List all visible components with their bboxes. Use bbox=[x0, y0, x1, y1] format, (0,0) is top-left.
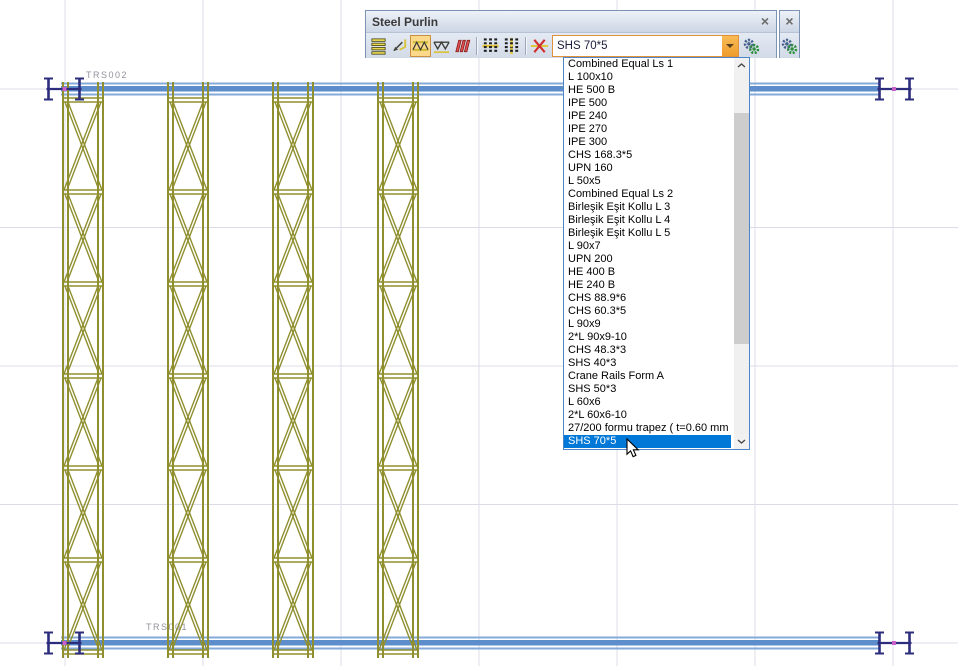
settings-gears-icon[interactable] bbox=[741, 35, 762, 57]
dropdown-item[interactable]: L 100x10 bbox=[564, 71, 731, 84]
purlin-grid-dense-icon[interactable] bbox=[501, 35, 522, 57]
dropdown-item[interactable]: 2*L 60x6-10 bbox=[564, 409, 731, 422]
dropdown-item[interactable]: L 90x9 bbox=[564, 318, 731, 331]
toolbar-separator bbox=[522, 36, 529, 56]
dropdown-item[interactable]: L 90x7 bbox=[564, 240, 731, 253]
dropdown-item[interactable]: SHS 50*3 bbox=[564, 383, 731, 396]
dropdown-item[interactable]: CHS 168.3*5 bbox=[564, 149, 731, 162]
settings-gears-2-icon[interactable] bbox=[779, 35, 800, 57]
dropdown-item[interactable]: 27/200 formu trapez ( t=0.60 mm bbox=[564, 422, 731, 435]
purlin-grid-icon[interactable] bbox=[480, 35, 501, 57]
sheeting-profile-icon[interactable] bbox=[431, 35, 452, 57]
dropdown-scrollbar[interactable] bbox=[734, 58, 749, 449]
dropdown-item[interactable]: CHS 88.9*6 bbox=[564, 292, 731, 305]
docked-mini-window: × bbox=[779, 10, 800, 58]
cad-drawing-canvas[interactable]: TRS002TRS001 bbox=[0, 0, 958, 666]
dropdown-item[interactable]: HE 400 B bbox=[564, 266, 731, 279]
dropdown-item[interactable]: Combined Equal Ls 2 bbox=[564, 188, 731, 201]
dropdown-item[interactable]: Birleşik Eşit Kollu L 5 bbox=[564, 227, 731, 240]
profile-combobox[interactable]: SHS 70*5 bbox=[552, 35, 739, 57]
dropdown-item[interactable]: Birleşik Eşit Kollu L 4 bbox=[564, 214, 731, 227]
dropdown-item[interactable]: SHS 70*5 bbox=[564, 435, 731, 448]
steel-purlin-window: Steel Purlin × bbox=[365, 10, 777, 58]
dropdown-item[interactable]: IPE 500 bbox=[564, 97, 731, 110]
dropdown-item[interactable]: HE 240 B bbox=[564, 279, 731, 292]
profile-combobox-value: SHS 70*5 bbox=[557, 36, 721, 56]
inclined-purlin-icon[interactable] bbox=[389, 35, 410, 57]
steel-purlin-toolbar: SHS 70*5 bbox=[366, 33, 776, 58]
dropdown-item[interactable]: 2*L 90x9-10 bbox=[564, 331, 731, 344]
toolbar-separator bbox=[473, 36, 480, 56]
dropdown-item[interactable]: L 50x5 bbox=[564, 175, 731, 188]
close-icon[interactable]: × bbox=[756, 13, 774, 31]
truss-purlin-icon[interactable] bbox=[410, 35, 431, 57]
dropdown-item[interactable]: UPN 200 bbox=[564, 253, 731, 266]
delete-purlin-icon[interactable] bbox=[529, 35, 550, 57]
hatch-purlin-icon[interactable] bbox=[452, 35, 473, 57]
profile-dropdown-list: Combined Equal Ls 1L 100x10HE 500 BIPE 5… bbox=[563, 57, 750, 450]
dropdown-item[interactable]: HE 500 B bbox=[564, 84, 731, 97]
mini-window-toolbar bbox=[780, 33, 799, 58]
dropdown-item[interactable]: CHS 60.3*5 bbox=[564, 305, 731, 318]
profile-dropdown-items: Combined Equal Ls 1L 100x10HE 500 BIPE 5… bbox=[564, 58, 749, 448]
window-title: Steel Purlin bbox=[366, 15, 756, 29]
dropdown-item[interactable]: IPE 270 bbox=[564, 123, 731, 136]
application-viewport: TRS002TRS001 Steel Purlin × bbox=[0, 0, 958, 666]
dropdown-item[interactable]: UPN 160 bbox=[564, 162, 731, 175]
scroll-up-icon[interactable] bbox=[734, 58, 749, 73]
mouse-cursor-icon bbox=[626, 438, 640, 459]
chevron-down-icon bbox=[726, 44, 734, 48]
steel-purlin-titlebar[interactable]: Steel Purlin × bbox=[366, 11, 776, 33]
dropdown-item[interactable]: L 60x6 bbox=[564, 396, 731, 409]
dropdown-item[interactable]: Crane Rails Form A bbox=[564, 370, 731, 383]
combobox-dropdown-button[interactable] bbox=[722, 36, 738, 56]
scrollbar-thumb[interactable] bbox=[734, 113, 749, 344]
close-icon[interactable]: × bbox=[781, 13, 799, 31]
purlin-lines-icon[interactable] bbox=[368, 35, 389, 57]
svg-text:TRS002: TRS002 bbox=[86, 70, 128, 80]
dropdown-item[interactable]: Combined Equal Ls 1 bbox=[564, 58, 731, 71]
dropdown-item[interactable]: IPE 300 bbox=[564, 136, 731, 149]
mini-window-titlebar[interactable]: × bbox=[780, 11, 799, 33]
dropdown-item[interactable]: Birleşik Eşit Kollu L 3 bbox=[564, 201, 731, 214]
dropdown-item[interactable]: CHS 48.3*3 bbox=[564, 344, 731, 357]
dropdown-item[interactable]: IPE 240 bbox=[564, 110, 731, 123]
dropdown-item[interactable]: SHS 40*3 bbox=[564, 357, 731, 370]
scroll-down-icon[interactable] bbox=[734, 434, 749, 449]
